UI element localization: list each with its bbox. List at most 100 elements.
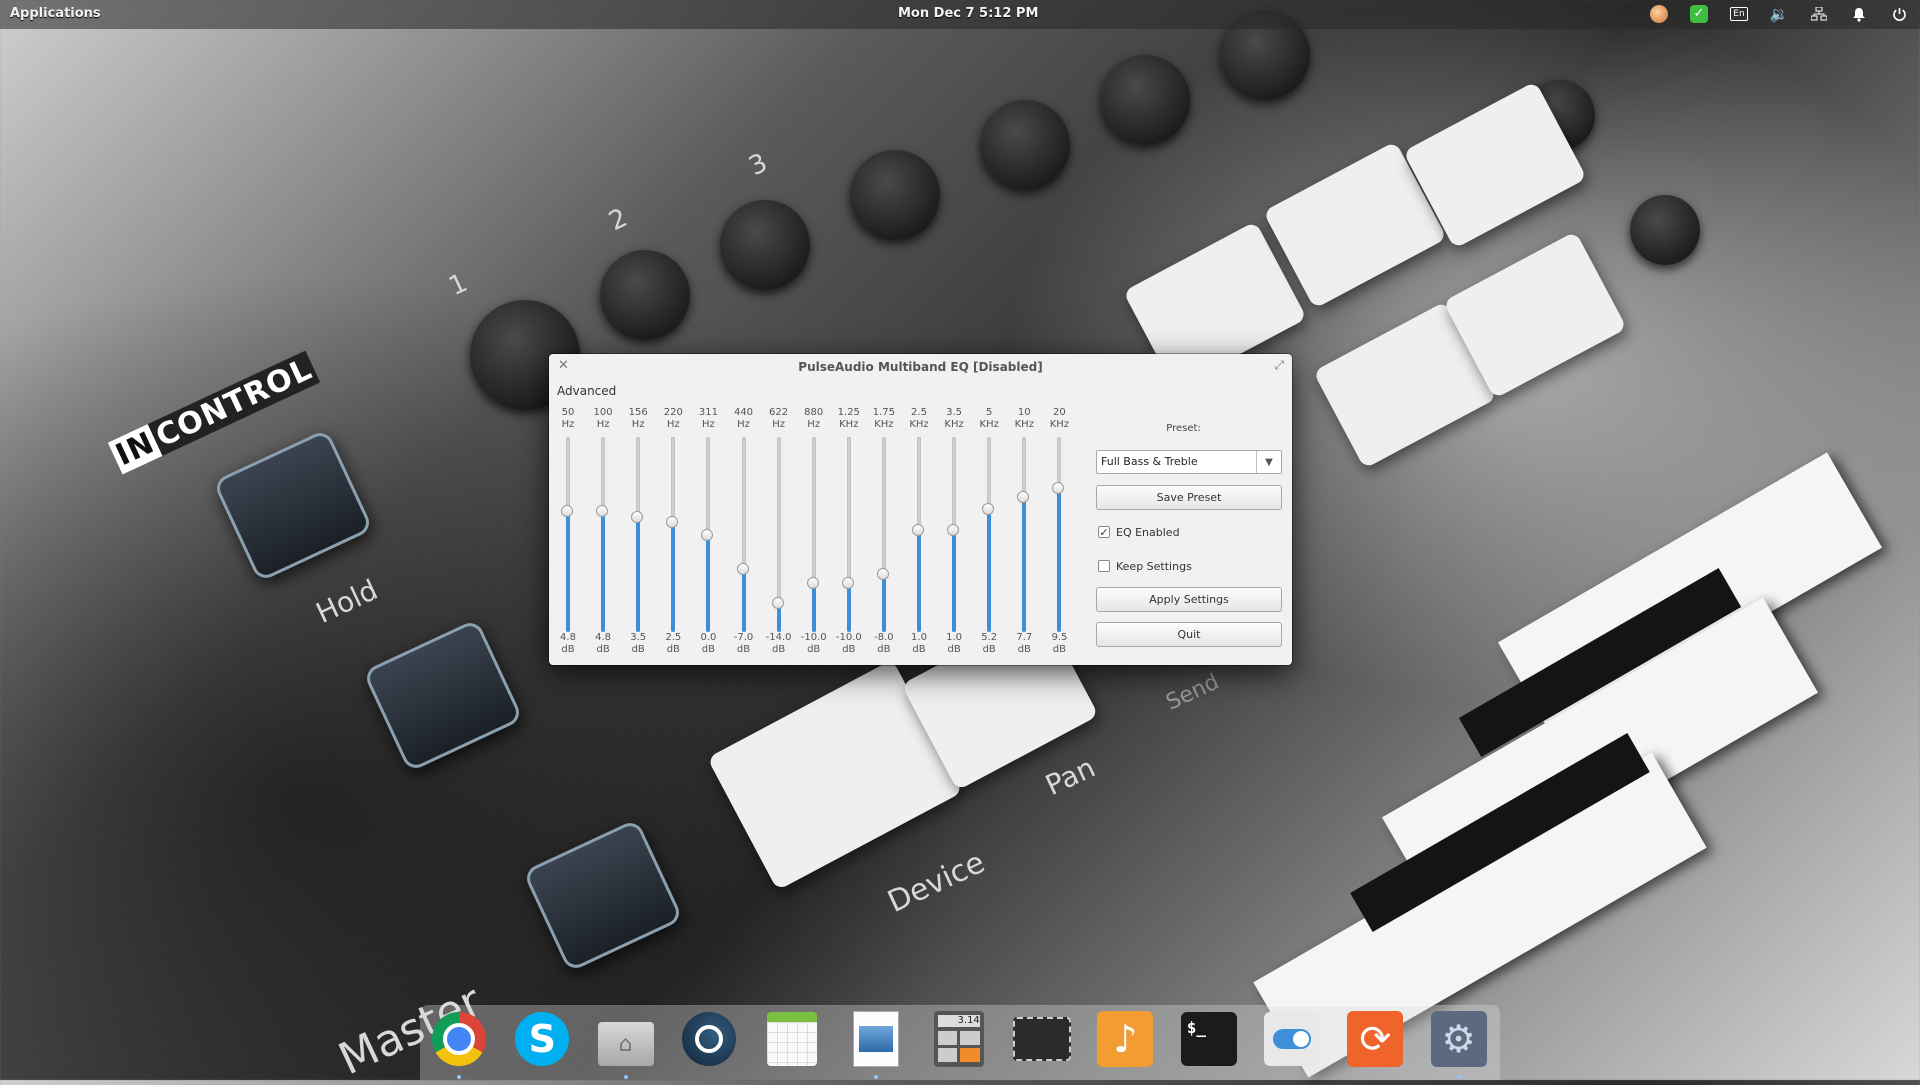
keep-settings-checkbox-box[interactable]	[1098, 560, 1110, 572]
power-icon[interactable]	[1888, 4, 1910, 24]
band-frequency-value: 880	[804, 407, 824, 418]
band-gain-value: -8.0	[874, 632, 894, 643]
terminal-icon[interactable]: $_	[1178, 1008, 1240, 1070]
band-slider-handle[interactable]	[1052, 482, 1065, 495]
band-slider[interactable]	[666, 437, 679, 632]
switchboard-toggle-icon[interactable]	[1261, 1008, 1323, 1070]
band-slider[interactable]	[631, 437, 644, 632]
band-gain-unit: dB	[631, 644, 645, 655]
wallpaper-knob	[720, 200, 810, 290]
band-slider-fill	[952, 529, 957, 632]
applications-menu[interactable]: Applications	[10, 6, 101, 21]
band-gain-unit: dB	[947, 644, 961, 655]
eq-enabled-checkbox-box[interactable]: ✓	[1098, 526, 1110, 539]
band-gain-unit: dB	[982, 644, 996, 655]
band-gain-unit: dB	[701, 644, 715, 655]
band-slider-handle[interactable]	[771, 596, 784, 609]
band-slider-fill	[671, 522, 676, 632]
band-gain-label: -7.0 dB	[727, 632, 761, 656]
band-slider-handle[interactable]	[947, 523, 960, 536]
band-slider-handle[interactable]	[701, 528, 714, 541]
band-slider[interactable]	[561, 437, 573, 632]
band-slider-handle[interactable]	[561, 505, 573, 518]
band-gain-value: 5.2	[981, 632, 998, 643]
band-slider-handle[interactable]	[631, 511, 644, 524]
band-slider[interactable]	[596, 437, 609, 632]
band-slider-handle[interactable]	[806, 577, 819, 590]
skype-icon[interactable]: S	[511, 1008, 573, 1070]
band-slider-handle[interactable]	[1017, 490, 1030, 503]
keyboard-layout-indicator[interactable]: En	[1728, 4, 1750, 24]
eq-band: 622 Hz -14.0 dB	[762, 407, 796, 657]
band-slider-handle[interactable]	[841, 577, 854, 590]
volume-icon[interactable]: 🔉	[1768, 4, 1790, 24]
band-frequency-label: 622 Hz	[762, 407, 796, 431]
eq-band: 1.25 KHz -10.0 dB	[832, 407, 866, 657]
update-manager-icon[interactable]: ⟳	[1344, 1008, 1406, 1070]
system-settings-icon[interactable]: ⚙	[1428, 1008, 1490, 1070]
eq-enabled-checkbox[interactable]: ✓ EQ Enabled	[1098, 524, 1180, 540]
band-frequency-value: 50	[561, 407, 575, 418]
band-frequency-label: 20 KHz	[1042, 407, 1076, 431]
calculator-icon[interactable]: 3.14	[928, 1008, 990, 1070]
preset-combobox[interactable]: Full Bass & Treble ▼	[1096, 450, 1282, 474]
band-gain-value: -10.0	[835, 632, 862, 643]
eq-band: 2.5 KHz 1.0 dB	[902, 407, 936, 657]
maximize-icon[interactable]: ⤢	[1274, 358, 1284, 373]
screenshot-icon[interactable]	[1011, 1008, 1073, 1070]
running-indicator	[1456, 1075, 1461, 1079]
band-slider-fill	[987, 509, 992, 632]
eq-band: 440 Hz -7.0 dB	[727, 407, 761, 657]
save-preset-button[interactable]: Save Preset	[1096, 485, 1282, 510]
band-gain-label: 2.5 dB	[656, 632, 690, 656]
band-slider-handle[interactable]	[982, 503, 995, 516]
image-viewer-icon[interactable]	[845, 1008, 907, 1070]
band-slider-fill	[741, 568, 746, 632]
band-slider-fill	[636, 517, 641, 632]
wallpaper-hardware-button	[522, 818, 684, 973]
band-gain-unit: dB	[561, 644, 575, 655]
quit-button[interactable]: Quit	[1096, 622, 1282, 647]
files-icon[interactable]: ⌂	[595, 1008, 657, 1070]
band-slider[interactable]	[876, 437, 889, 632]
band-slider[interactable]	[701, 437, 714, 632]
band-slider[interactable]	[1052, 437, 1065, 632]
dropdown-arrow-icon[interactable]: ▼	[1256, 451, 1281, 473]
band-slider[interactable]	[982, 437, 995, 632]
wallpaper-knob	[980, 100, 1070, 190]
band-slider-handle[interactable]	[736, 562, 749, 575]
panel-clock[interactable]: Mon Dec 7 5:12 PM	[898, 6, 1038, 21]
band-slider-handle[interactable]	[912, 523, 924, 536]
wallpaper-knob	[1100, 55, 1190, 145]
notifications-icon[interactable]	[1848, 4, 1870, 24]
steam-icon[interactable]	[678, 1008, 740, 1070]
wallpaper-knob	[850, 150, 940, 240]
band-frequency-unit: KHz	[979, 419, 999, 430]
band-slider[interactable]	[1017, 437, 1030, 632]
tray-check-icon[interactable]: ✓	[1688, 4, 1710, 24]
keep-settings-checkbox[interactable]: Keep Settings	[1098, 558, 1192, 574]
band-gain-label: -14.0 dB	[762, 632, 796, 656]
band-slider[interactable]	[736, 437, 749, 632]
band-slider[interactable]	[841, 437, 854, 632]
band-slider-handle[interactable]	[666, 516, 679, 529]
band-slider-handle[interactable]	[876, 567, 889, 580]
band-gain-unit: dB	[877, 644, 891, 655]
music-icon[interactable]: ♪	[1094, 1008, 1156, 1070]
apply-settings-button[interactable]: Apply Settings	[1096, 587, 1282, 612]
band-frequency-unit: KHz	[1014, 419, 1034, 430]
eq-band: 3.5 KHz 1.0 dB	[937, 407, 971, 657]
band-slider-handle[interactable]	[596, 505, 609, 518]
band-gain-unit: dB	[736, 644, 751, 655]
band-frequency-label: 100 Hz	[586, 407, 620, 431]
calendar-icon[interactable]	[761, 1008, 823, 1070]
band-slider[interactable]	[947, 437, 960, 632]
tray-app-icon[interactable]	[1648, 4, 1670, 24]
band-slider[interactable]	[912, 437, 924, 632]
band-slider[interactable]	[806, 437, 819, 632]
band-gain-value: 3.5	[630, 632, 647, 643]
network-icon[interactable]	[1808, 4, 1830, 24]
band-slider[interactable]	[771, 437, 784, 632]
chrome-icon[interactable]	[428, 1008, 490, 1070]
band-frequency-label: 3.5 KHz	[937, 407, 971, 431]
